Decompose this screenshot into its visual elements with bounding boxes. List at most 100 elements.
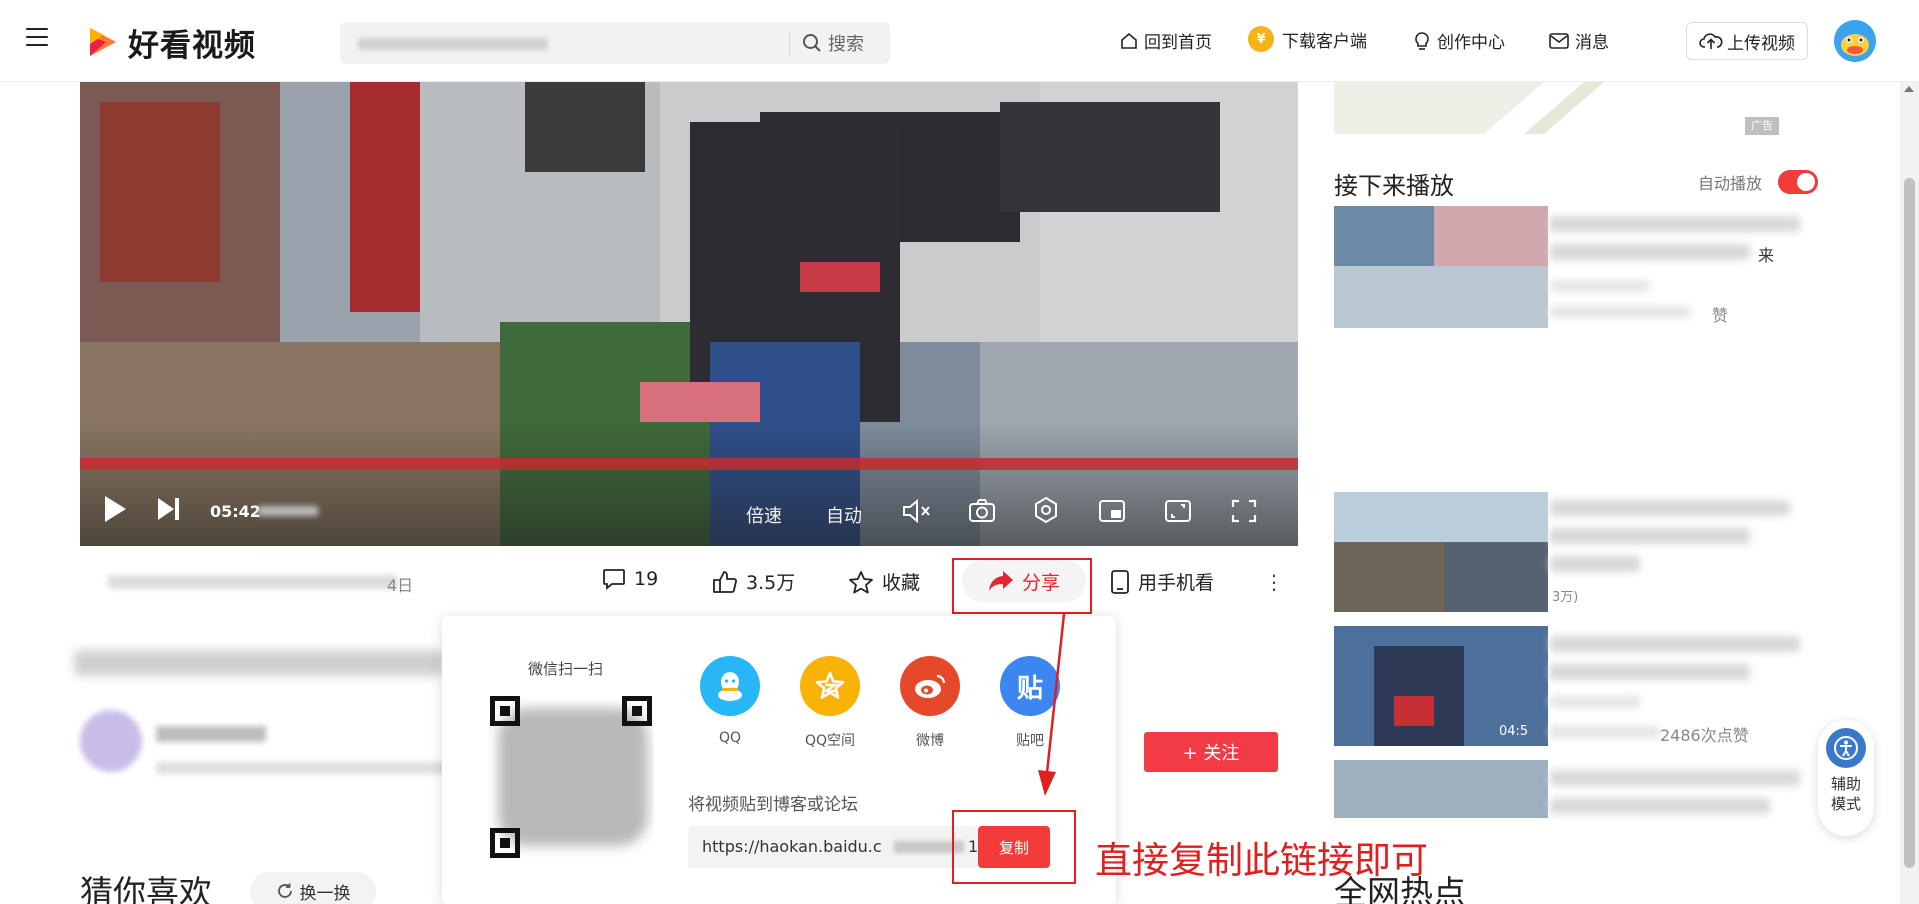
rec-thumbnail[interactable]: 04:5 [1334, 626, 1548, 746]
rec-thumbnail[interactable] [1334, 492, 1548, 612]
up-next-title: 接下来播放 [1334, 172, 1454, 200]
watch-on-phone-button[interactable]: 用手机看 [1110, 568, 1214, 595]
site-logo[interactable]: 好看视频 [84, 20, 256, 64]
next-icon[interactable] [156, 496, 182, 522]
video-player[interactable]: 05:42 倍速 自动 [80, 82, 1298, 546]
speed-button[interactable]: 倍速 [746, 502, 782, 528]
more-options-icon[interactable]: ⋮ [1264, 572, 1284, 592]
author-avatar[interactable] [80, 710, 142, 772]
rec-thumbnail-pixel [1434, 206, 1548, 266]
ad-label[interactable]: 广告 [1745, 117, 1779, 135]
video-frame-area [1000, 102, 1220, 212]
accessibility-icon [1826, 728, 1866, 768]
video-frame-area [640, 382, 760, 422]
rec-thumbnail-pixel [1334, 266, 1548, 328]
qzone-icon [800, 656, 860, 716]
follow-button[interactable]: + 关注 [1144, 732, 1278, 772]
rec-duration: 04:5 [1499, 724, 1529, 739]
rec-title-redacted [1550, 556, 1640, 572]
auto-quality-button[interactable]: 自动 [826, 502, 862, 528]
mute-icon[interactable] [902, 498, 932, 524]
rec-likes-fragment: 2486次点赞 [1660, 726, 1749, 745]
thumbs-up-icon [713, 570, 737, 593]
share-link-field[interactable]: https://haokan.baidu.c 1 [688, 826, 978, 868]
rec-title-redacted [1550, 770, 1800, 786]
nav-download[interactable]: ¥ 下载客户端 [1248, 26, 1367, 52]
comment-count: 19 [634, 568, 659, 590]
like-count: 3.5万 [746, 572, 796, 594]
play-icon[interactable] [102, 494, 128, 524]
controls-gradient [80, 422, 1298, 546]
page-scrollbar[interactable] [1900, 82, 1919, 904]
like-button[interactable]: 3.5万 [712, 568, 795, 595]
upload-button[interactable]: 上传视频 [1686, 22, 1808, 60]
weibo-icon [900, 656, 960, 716]
swap-button[interactable]: 换一换 [250, 872, 376, 904]
rec-title-fragment: 来 [1758, 246, 1775, 265]
video-meta-redacted [108, 575, 398, 589]
autoplay-toggle[interactable] [1778, 170, 1818, 194]
search-placeholder-redacted [358, 38, 548, 50]
video-frame-area [800, 262, 880, 292]
rec-title-redacted [1550, 636, 1800, 652]
rec-thumbnail[interactable] [1334, 206, 1548, 328]
share-qzone[interactable]: QQ空间 [790, 656, 870, 750]
scrollbar-thumb[interactable] [1904, 178, 1915, 868]
weibo-label: 微博 [916, 733, 944, 749]
annotation-arrow [1038, 613, 1066, 796]
share-highlight-box [952, 558, 1092, 614]
comment-button[interactable]: 19 [602, 568, 658, 590]
rec-title-redacted [1550, 798, 1770, 814]
duration-redacted [258, 506, 318, 516]
page: 好看视频 搜索 回到首页 ¥ 下载客户端 创作中心 消息 上传视频 05:42 … [0, 0, 1919, 904]
share-qq[interactable]: QQ [690, 656, 770, 746]
rec-title-redacted [1550, 500, 1790, 516]
nav-messages[interactable]: 消息 [1549, 28, 1609, 53]
author-name-redacted [156, 726, 266, 742]
rec-thumbnail[interactable] [1334, 760, 1548, 818]
autoplay-label: 自动播放 [1698, 174, 1763, 193]
comment-icon [603, 569, 625, 590]
rec-thumbnail-pixel [1444, 542, 1548, 612]
pip-icon[interactable] [1098, 498, 1126, 524]
user-avatar[interactable] [1834, 20, 1876, 62]
search-input[interactable]: 搜索 [340, 22, 890, 64]
settings-icon[interactable] [1032, 496, 1060, 524]
assist-mode-button[interactable]: 辅助 模式 [1818, 720, 1874, 836]
rec-likes-fragment: 赞 [1712, 306, 1729, 325]
assist-label-line2: 模式 [1830, 795, 1861, 813]
fullscreen-icon[interactable] [1230, 498, 1258, 524]
rec-meta-fragment: 3万) [1552, 590, 1579, 605]
share-weibo[interactable]: 微博 [890, 656, 970, 750]
rec-title-redacted [1550, 664, 1750, 680]
camera-icon[interactable] [968, 498, 996, 524]
star-icon [849, 570, 873, 593]
logo-text: 好看视频 [128, 27, 256, 64]
video-title-redacted [74, 650, 444, 676]
avatar-image [1834, 20, 1876, 62]
upload-label: 上传视频 [1727, 33, 1795, 54]
favorite-button[interactable]: 收藏 [848, 568, 920, 595]
wechat-scan-title: 微信扫一扫 [528, 660, 604, 678]
video-frame-area [350, 82, 420, 312]
scroll-up-arrow-icon[interactable] [1904, 86, 1914, 92]
nav-creator[interactable]: 创作中心 [1413, 28, 1505, 53]
publish-date: 4日 [387, 576, 414, 595]
search-button[interactable]: 搜索 [802, 22, 864, 64]
nav-download-label: 下载客户端 [1282, 31, 1367, 52]
rec-thumbnail-pixel [1334, 206, 1434, 266]
nav-home[interactable]: 回到首页 [1120, 28, 1212, 53]
guess-you-like-title: 猜你喜欢 [80, 873, 212, 904]
menu-icon[interactable] [26, 28, 48, 46]
author-desc-redacted [156, 762, 446, 774]
current-time: 05:42 [210, 502, 261, 521]
rec-meta-redacted [1550, 280, 1650, 292]
qzone-label: QQ空间 [804, 733, 856, 749]
share-link-text: https://haokan.baidu.c [702, 837, 882, 856]
rec-meta-redacted [1550, 726, 1660, 738]
top-header: 好看视频 搜索 回到首页 ¥ 下载客户端 创作中心 消息 上传视频 [0, 0, 1919, 82]
rec-thumbnail-pixel [1334, 542, 1444, 612]
post-to-blog-title: 将视频贴到博客或论坛 [688, 795, 858, 815]
widescreen-icon[interactable] [1164, 498, 1192, 524]
video-progress-bar[interactable] [80, 458, 1298, 470]
